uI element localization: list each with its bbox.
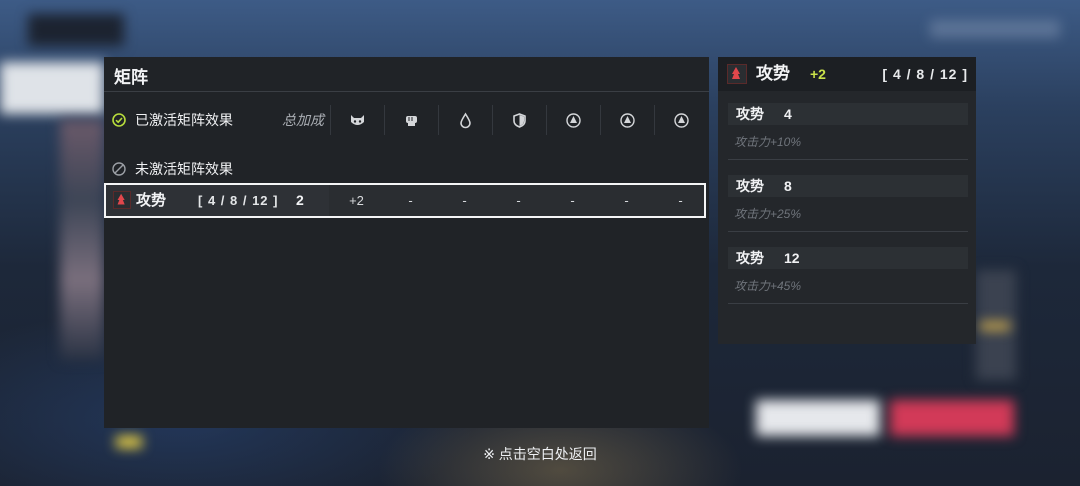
background-back-button bbox=[28, 14, 124, 46]
title-divider bbox=[104, 91, 709, 92]
tier-threshold: 8 bbox=[784, 178, 792, 194]
matrix-panel: 矩阵 已激活矩阵效果 总加成 未激活矩阵效果 攻势 [4 / 8 / 12]… bbox=[104, 57, 709, 428]
detail-title: 攻势 bbox=[756, 64, 790, 83]
effect-cell: - bbox=[570, 193, 575, 208]
effect-cell: - bbox=[516, 193, 521, 208]
type-col-triangle-1 bbox=[546, 105, 600, 135]
tier-divider bbox=[728, 303, 968, 304]
effect-cell: - bbox=[678, 193, 683, 208]
background-top-right-controls bbox=[930, 20, 1060, 38]
background-red-button bbox=[890, 400, 1014, 436]
cat-mask-icon bbox=[351, 114, 364, 125]
total-bonus-label: 总加成 bbox=[282, 112, 324, 128]
type-col-triangle-2 bbox=[600, 105, 654, 135]
tier-description: 攻击力+45% bbox=[734, 279, 802, 293]
type-col-triangle-3 bbox=[654, 105, 708, 135]
offense-emblem-icon bbox=[113, 191, 131, 209]
type-col-cat-mask bbox=[330, 105, 384, 135]
background-left-card bbox=[0, 62, 104, 114]
tier-header bbox=[728, 103, 968, 125]
tier-threshold: 12 bbox=[784, 250, 800, 266]
type-col-fist bbox=[384, 105, 438, 135]
tier-header bbox=[728, 175, 968, 197]
tier-item: 攻势 8 攻击力+25% bbox=[728, 175, 968, 245]
effect-cell: - bbox=[408, 193, 413, 208]
active-effects-header: 已激活矩阵效果 总加成 bbox=[104, 103, 709, 137]
detail-range: [ 4 / 8 / 12 ] bbox=[882, 66, 968, 82]
triangle-circle-icon bbox=[620, 112, 635, 128]
tier-name: 攻势 bbox=[736, 106, 764, 122]
effect-detail-panel: 攻势 +2 [ 4 / 8 / 12 ] 攻势 4 攻击力+10% 攻势 8 攻… bbox=[718, 57, 976, 344]
effect-count: 2 bbox=[296, 192, 304, 208]
effect-cell: +2 bbox=[349, 193, 364, 208]
tier-name: 攻势 bbox=[736, 178, 764, 194]
tier-description: 攻击力+25% bbox=[734, 207, 802, 221]
tier-name: 攻势 bbox=[736, 250, 764, 266]
drop-icon bbox=[460, 112, 471, 128]
tap-blank-to-return-hint[interactable]: ※ 点击空白处返回 bbox=[0, 444, 1080, 464]
disabled-circle-icon bbox=[112, 162, 126, 176]
background-white-button bbox=[756, 400, 880, 436]
fist-icon bbox=[406, 115, 417, 126]
effect-row-offense[interactable]: 攻势 [ 4 / 8 / 12 ] 2 +2 - - - - - - bbox=[104, 183, 706, 218]
detail-header: 攻势 +2 [ 4 / 8 / 12 ] bbox=[718, 57, 976, 91]
tier-header bbox=[728, 247, 968, 269]
inactive-effects-header: 未激活矩阵效果 bbox=[104, 152, 709, 186]
effect-cell: - bbox=[462, 193, 467, 208]
tier-description: 攻击力+10% bbox=[734, 135, 802, 149]
type-col-shield bbox=[492, 105, 546, 135]
offense-emblem-icon bbox=[727, 64, 747, 84]
effect-name: 攻势 bbox=[136, 192, 167, 209]
inactive-effects-label: 未激活矩阵效果 bbox=[135, 161, 233, 177]
tier-item: 攻势 12 攻击力+45% bbox=[728, 247, 968, 317]
panel-title: 矩阵 bbox=[114, 68, 148, 87]
tier-threshold: 4 bbox=[784, 106, 792, 122]
shield-icon bbox=[513, 112, 526, 128]
check-circle-icon bbox=[112, 113, 126, 127]
effect-cell: - bbox=[624, 193, 629, 208]
background-gold-bar bbox=[980, 322, 1010, 330]
background-character-strip bbox=[60, 120, 104, 360]
detail-bonus: +2 bbox=[810, 66, 826, 82]
type-col-drop bbox=[438, 105, 492, 135]
triangle-circle-icon bbox=[674, 112, 689, 128]
tier-divider bbox=[728, 159, 968, 160]
triangle-circle-icon bbox=[566, 112, 581, 128]
tier-item: 攻势 4 攻击力+10% bbox=[728, 103, 968, 173]
active-effects-label: 已激活矩阵效果 bbox=[135, 112, 233, 128]
effect-range: [ 4 / 8 / 12 ] bbox=[198, 193, 279, 208]
tier-divider bbox=[728, 231, 968, 232]
